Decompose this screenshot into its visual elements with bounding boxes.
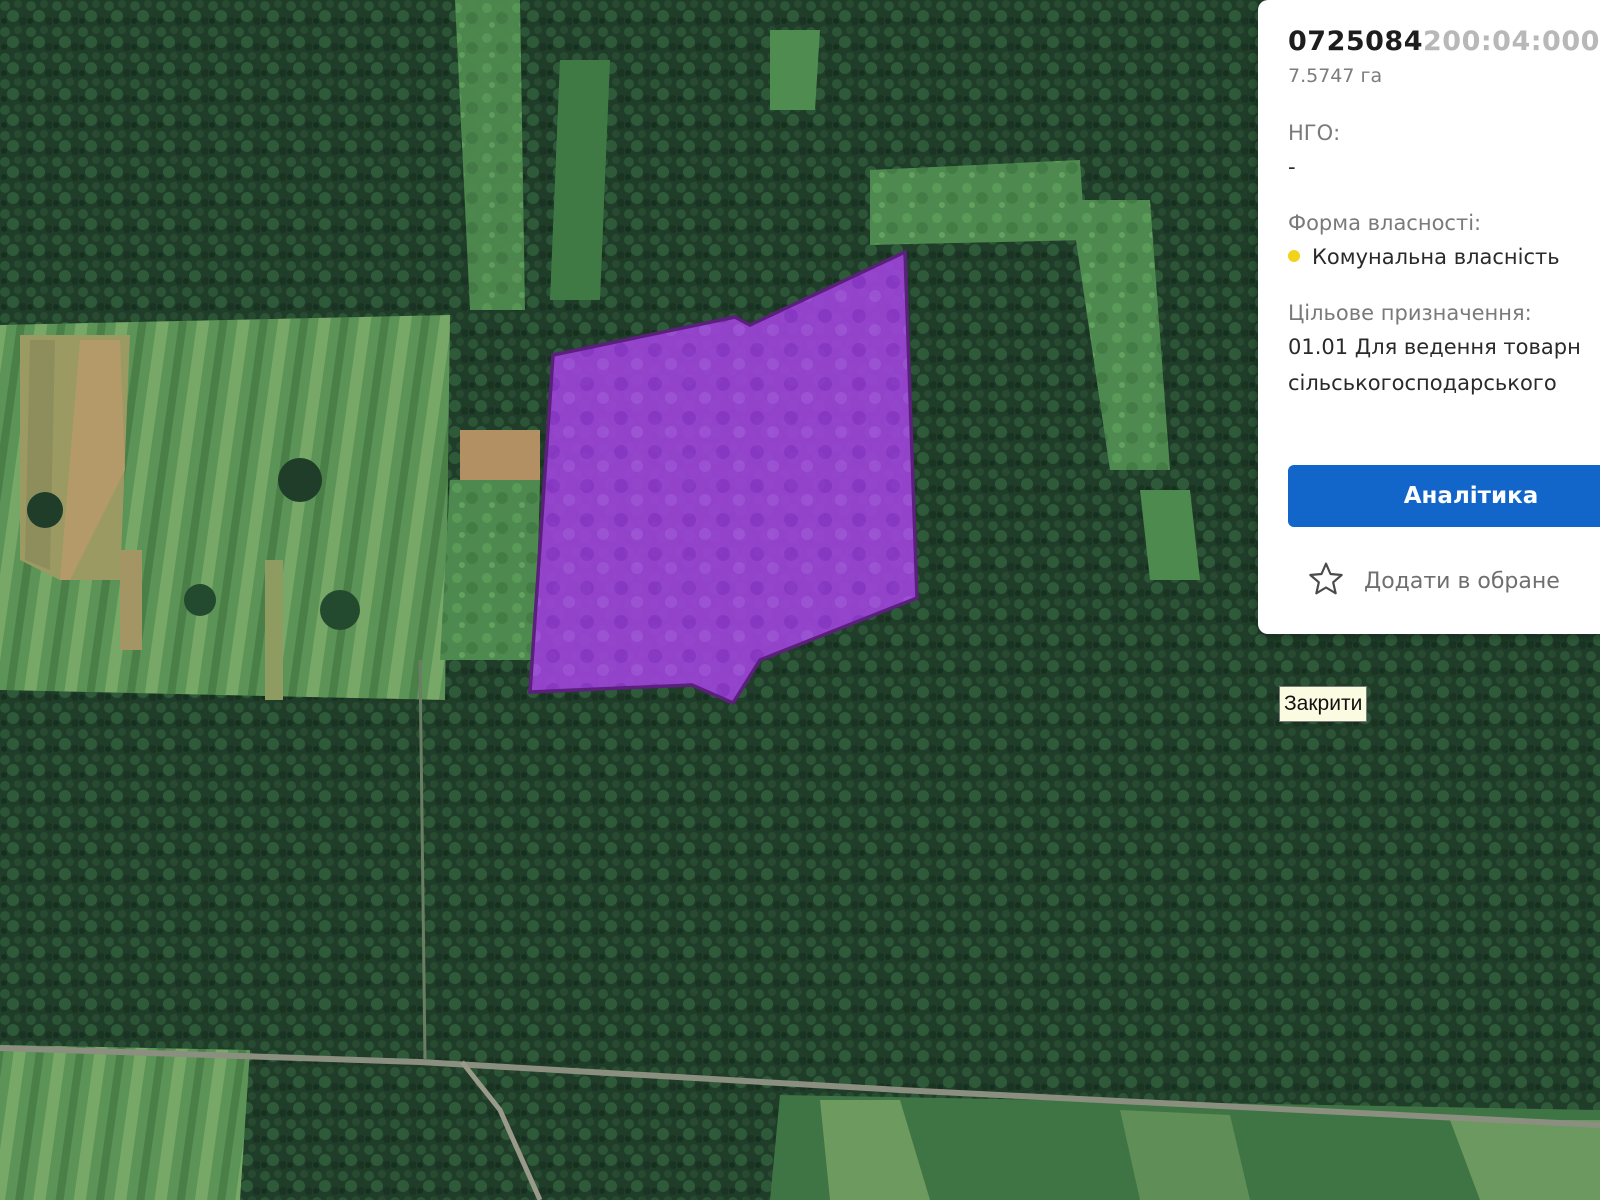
star-icon (1309, 562, 1343, 595)
ownership-status-dot (1288, 250, 1300, 262)
ngo-label: НГО: (1288, 121, 1341, 145)
purpose-line-1: 01.01 Для ведення товарн (1288, 335, 1581, 359)
ownership-label: Форма власності: (1288, 211, 1482, 235)
cadastral-number: 0725084200:04:000: (1288, 22, 1600, 62)
parcel-area: 7.5747 га (1288, 65, 1383, 87)
close-tooltip: Закрити (1279, 686, 1368, 722)
cadastral-number-main: 0725084 (1288, 26, 1424, 57)
add-to-favorites-button[interactable]: Додати в обране (1306, 560, 1560, 604)
ownership-value: Комунальна власність (1312, 245, 1560, 269)
analytics-button[interactable]: Аналітика (1288, 465, 1600, 527)
ownership-value-row: Комунальна власність (1288, 238, 1600, 276)
add-to-favorites-label: Додати в обране (1364, 569, 1560, 594)
parcel-info-body: 0725084200:04:000: 7.5747 га НГО: - Форм… (1288, 22, 1600, 400)
purpose-label: Цільове призначення: (1288, 301, 1532, 325)
cadastral-number-faded: 200:04:000: (1423, 26, 1600, 57)
parcel-info-card: 0725084200:04:000: 7.5747 га НГО: - Форм… (1258, 0, 1600, 634)
purpose-line-2: сільськогосподарського (1288, 371, 1557, 395)
ngo-value: - (1288, 155, 1296, 179)
